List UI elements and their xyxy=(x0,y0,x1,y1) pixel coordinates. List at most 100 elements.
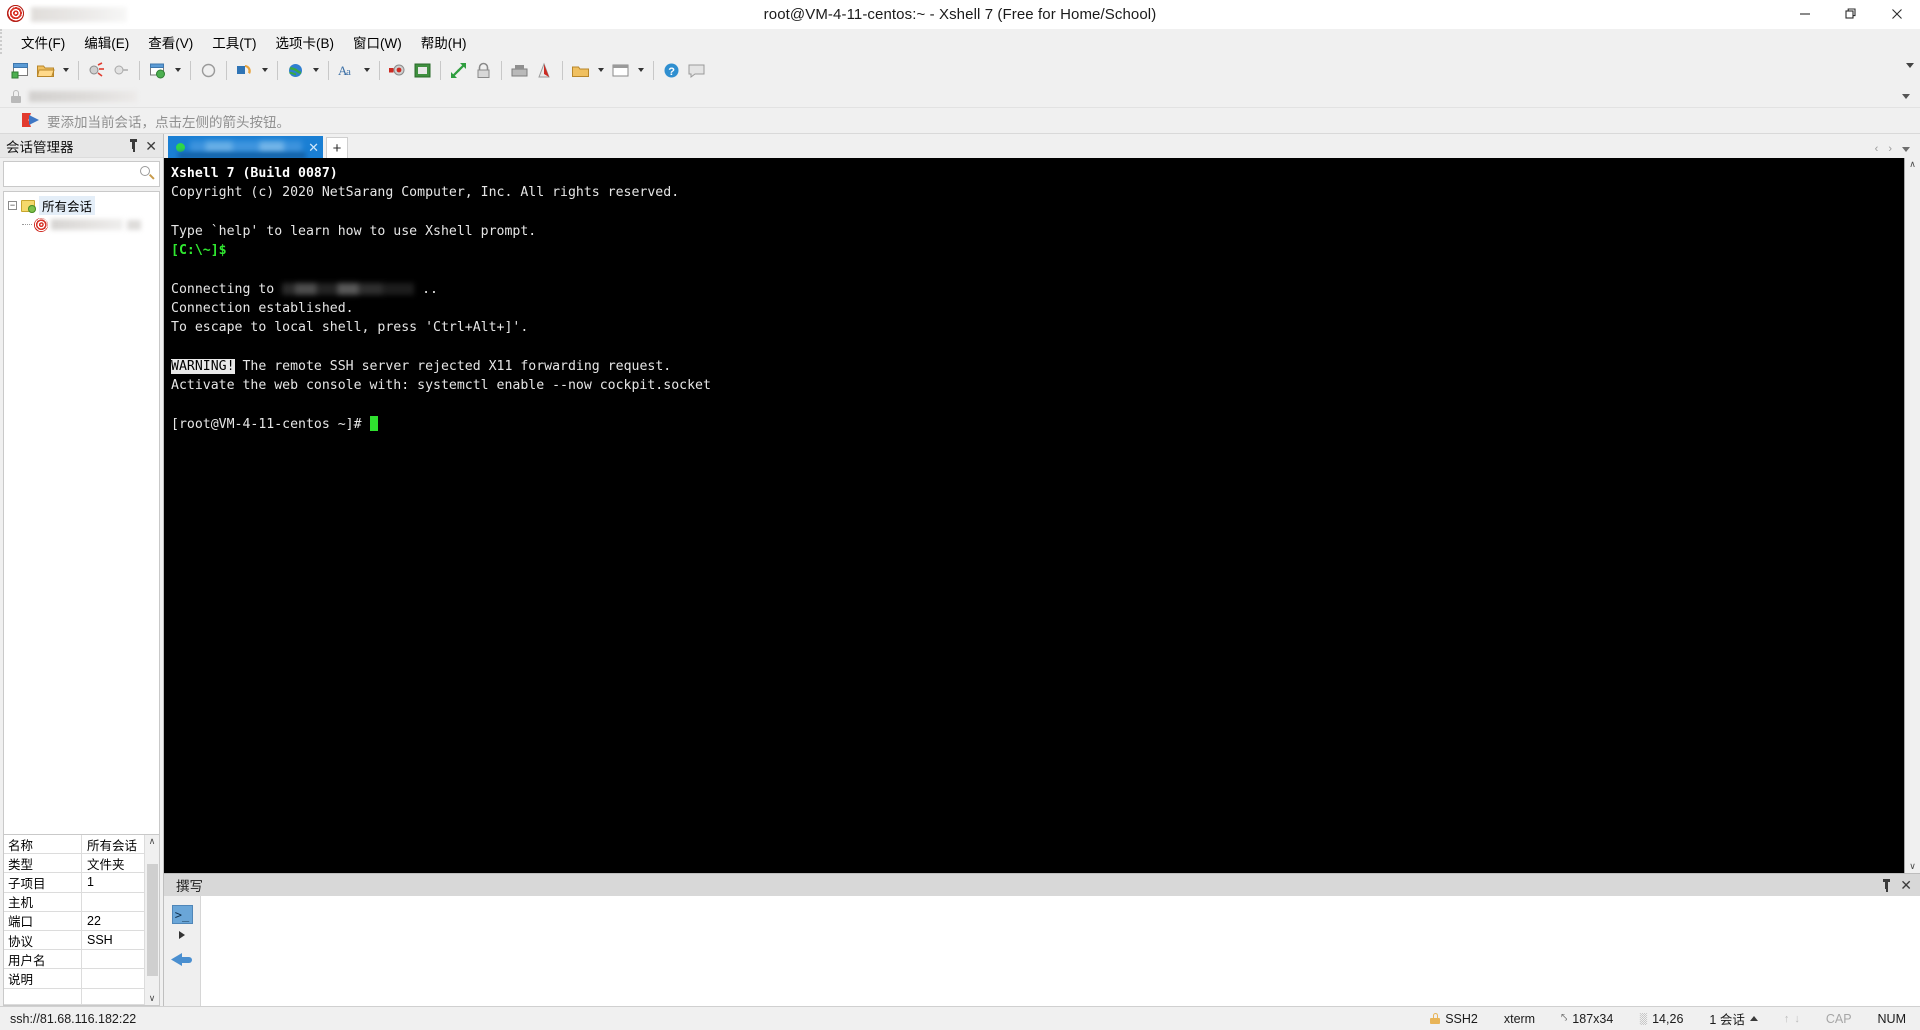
web-browser-dropdown[interactable] xyxy=(308,57,323,83)
terminal-output[interactable]: Xshell 7 (Build 0087) Copyright (c) 2020 … xyxy=(164,158,1904,873)
record-button[interactable] xyxy=(385,57,410,83)
open-session-dropdown[interactable] xyxy=(58,57,73,83)
num-lock-indicator: NUM xyxy=(1877,1011,1906,1026)
web-browser-button[interactable] xyxy=(283,57,308,83)
menu-window[interactable]: 窗口(W) xyxy=(344,29,411,55)
property-key: 用户名 xyxy=(4,950,82,969)
chevron-down-icon xyxy=(364,68,370,72)
window-title: root@VM-4-11-centos:~ - Xshell 7 (Free f… xyxy=(763,5,1157,23)
menu-tabs[interactable]: 选项卡(B) xyxy=(267,29,344,55)
copy-status-button[interactable] xyxy=(196,57,221,83)
xshell-window: root@VM-4-11-centos:~ - Xshell 7 (Free f… xyxy=(0,0,1920,1030)
close-icon[interactable]: ✕ xyxy=(145,139,157,153)
tab-close-icon[interactable]: ✕ xyxy=(308,141,319,154)
main-body: 会话管理器 ✕ − 所有会话 名称 所有会话 类型 文件夹 子项目 1 主机 端… xyxy=(0,134,1920,1006)
new-session-button[interactable] xyxy=(8,57,33,83)
comment-icon xyxy=(687,61,706,80)
chevron-down-icon[interactable] xyxy=(1902,94,1910,99)
property-row: 说明 xyxy=(4,969,144,989)
address-bar[interactable] xyxy=(0,86,1920,108)
session-tree[interactable]: − 所有会话 xyxy=(3,191,160,834)
font-button[interactable]: A a xyxy=(334,57,359,83)
paste-dropdown[interactable] xyxy=(257,57,272,83)
tree-child-row[interactable] xyxy=(4,215,159,234)
help-button[interactable]: ? xyxy=(659,57,684,83)
new-tab-button[interactable]: + xyxy=(326,137,348,158)
tree-collapse-icon[interactable]: − xyxy=(8,201,17,210)
terminal-line: [root@VM-4-11-centos ~]# xyxy=(171,415,1904,434)
session-properties-button[interactable] xyxy=(145,57,170,83)
compose-input[interactable] xyxy=(201,896,1920,1006)
font-dropdown[interactable] xyxy=(359,57,374,83)
transfer-button[interactable] xyxy=(507,57,532,83)
search-input[interactable] xyxy=(4,162,159,186)
property-key: 协议 xyxy=(4,930,82,950)
terminal-column: ✕ + ‹ › Xshell 7 (Build 0087) Copyright (… xyxy=(164,134,1920,1006)
terminal-line: Type `help' to learn how to use Xshell p… xyxy=(171,222,1904,241)
session-search-box[interactable] xyxy=(3,161,160,187)
session-count-indicator[interactable]: 1 会话 xyxy=(1709,1009,1758,1028)
menu-edit[interactable]: 编辑(E) xyxy=(75,29,138,55)
highlight-button[interactable] xyxy=(608,57,633,83)
open-session-button[interactable] xyxy=(33,57,58,83)
menu-file[interactable]: 文件(F) xyxy=(12,29,74,55)
properties-scrollbar[interactable]: ∧ ∨ xyxy=(144,835,159,1005)
lock-icon xyxy=(474,61,493,80)
session-properties-dropdown[interactable] xyxy=(170,57,185,83)
minimize-button[interactable] xyxy=(1782,0,1828,29)
close-button[interactable] xyxy=(1874,0,1920,29)
menu-tools[interactable]: 工具(T) xyxy=(203,29,265,55)
chevron-down-icon xyxy=(598,68,604,72)
transfer-icon xyxy=(510,61,529,80)
tree-root-label: 所有会话 xyxy=(39,196,96,215)
tab-prev-icon[interactable]: ‹ xyxy=(1875,144,1879,155)
disconnect-button[interactable] xyxy=(84,57,109,83)
tab-next-icon[interactable]: › xyxy=(1888,144,1892,155)
restore-button[interactable] xyxy=(1828,0,1874,29)
session-manager-panel: 会话管理器 ✕ − 所有会话 名称 所有会话 类型 文件夹 子项目 1 主机 端… xyxy=(0,134,164,1006)
scroll-up-icon[interactable]: ∧ xyxy=(1909,160,1916,169)
record-icon xyxy=(388,61,407,80)
feedback-button[interactable] xyxy=(684,57,709,83)
arrange-button[interactable] xyxy=(446,57,471,83)
highlight-dropdown[interactable] xyxy=(633,57,648,83)
tunnel-dropdown[interactable] xyxy=(593,57,608,83)
scroll-up-icon[interactable]: ∧ xyxy=(149,837,156,846)
tree-root-row[interactable]: − 所有会话 xyxy=(4,196,159,215)
pin-icon[interactable] xyxy=(1881,878,1892,892)
property-row: 子项目 1 xyxy=(4,873,144,893)
paste-button[interactable] xyxy=(232,57,257,83)
toolbar-overflow-icon[interactable] xyxy=(1906,63,1914,68)
triangle-up-icon[interactable] xyxy=(1749,1016,1758,1021)
terminal-segment: Type `help' to learn how to use Xshell p… xyxy=(171,223,537,239)
scrollbar-thumb[interactable] xyxy=(146,864,158,976)
back-arrow-icon[interactable] xyxy=(171,951,193,969)
session-tab-active[interactable]: ✕ xyxy=(168,136,323,159)
pin-icon[interactable] xyxy=(128,139,139,152)
property-key: 子项目 xyxy=(4,873,82,892)
property-key: 说明 xyxy=(4,969,82,988)
menu-view[interactable]: 查看(V) xyxy=(139,29,202,55)
toolbar-separator xyxy=(440,60,441,80)
terminal-prompt-icon[interactable]: >_ xyxy=(171,905,193,924)
search-icon[interactable] xyxy=(140,166,155,181)
tab-bar: ✕ + ‹ › xyxy=(164,134,1920,159)
log-button[interactable] xyxy=(410,57,435,83)
terminal-scrollbar[interactable]: ∧ ∨ xyxy=(1904,158,1920,873)
session-properties-grid: 名称 所有会话 类型 文件夹 子项目 1 主机 端口 22 协议 SSH 用户名… xyxy=(3,834,160,1006)
sftp-button[interactable] xyxy=(532,57,557,83)
scroll-down-icon[interactable]: ∨ xyxy=(149,994,156,1003)
tab-list-icon[interactable] xyxy=(1902,147,1910,152)
reconnect-button[interactable] xyxy=(109,57,134,83)
triangle-right-icon[interactable] xyxy=(179,931,185,939)
lock-button[interactable] xyxy=(471,57,496,83)
tunnel-button[interactable] xyxy=(568,57,593,83)
menu-help[interactable]: 帮助(H) xyxy=(412,29,476,55)
property-value: 所有会话 xyxy=(87,838,138,853)
highlight-icon xyxy=(611,61,630,80)
close-icon[interactable]: ✕ xyxy=(1900,878,1912,892)
scroll-down-icon[interactable]: ∨ xyxy=(1909,862,1916,871)
property-key: 类型 xyxy=(4,854,82,873)
